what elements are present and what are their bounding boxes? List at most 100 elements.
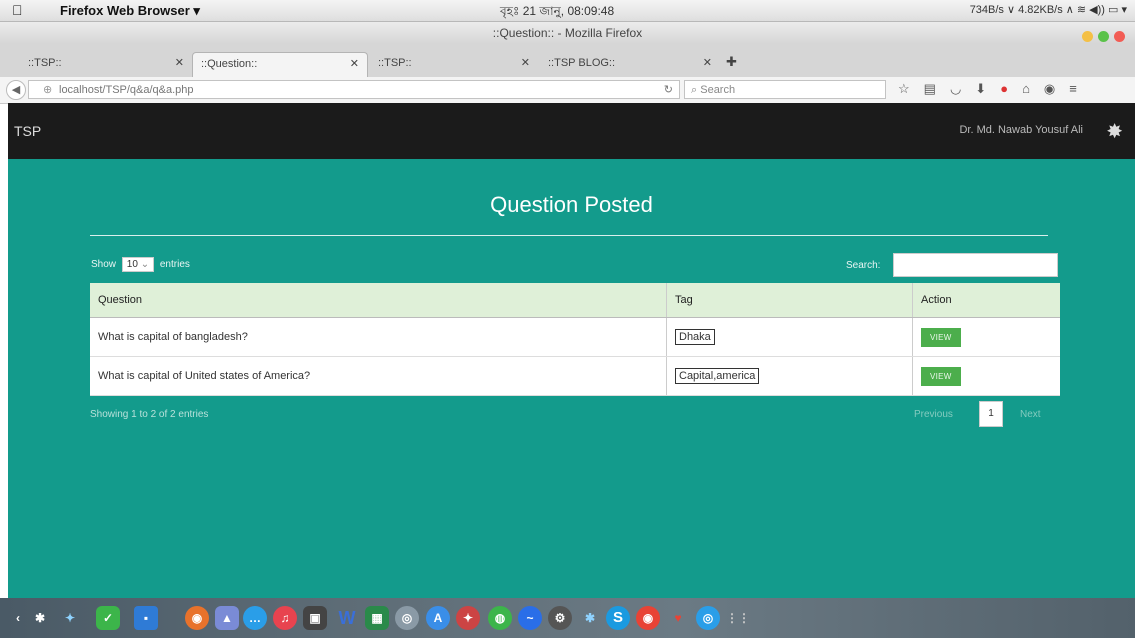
question-cell: What is capital of bangladesh? [90, 317, 667, 357]
settings-icon[interactable]: ⚙ [548, 606, 572, 630]
bluetooth-icon[interactable]: ✱ [28, 606, 52, 630]
toolbar-icons: ☆ ▤ ◡ ⬇ ● ⌂ ◉ ≡ [898, 81, 1091, 97]
close-tab-icon[interactable]: ✕ [521, 52, 530, 74]
network-icon[interactable]: ◍ [488, 606, 512, 630]
show-label: Show [91, 259, 117, 270]
page-title: Question Posted [490, 192, 653, 217]
app-store-icon[interactable]: A [426, 606, 450, 630]
home-icon[interactable]: ⌂ [1022, 81, 1030, 96]
skype-icon[interactable]: S [606, 606, 630, 630]
search-input[interactable]: ⌕ Search [684, 80, 886, 99]
tab-tsp-blog[interactable]: ::TSP BLOG:: ✕ [540, 52, 720, 77]
minimize-button[interactable] [1082, 31, 1093, 42]
launchpad-icon[interactable]: ⋮⋮ [726, 606, 750, 630]
table-search-input[interactable] [893, 253, 1058, 277]
view-button[interactable]: VIEW [921, 327, 961, 347]
download-icon[interactable]: ⬇ [975, 81, 986, 96]
messages-icon[interactable]: … [243, 606, 267, 630]
chevron-left-icon[interactable]: ‹ [6, 606, 30, 630]
app-icon[interactable]: ▪ [134, 606, 158, 630]
browser-icon[interactable]: ◎ [696, 606, 720, 630]
view-button[interactable]: VIEW [921, 366, 961, 386]
show-entries-control: Show 10 ⌄ entries [91, 257, 190, 272]
preview-icon[interactable]: ▲ [215, 606, 239, 630]
chrome-icon[interactable]: ◉ [636, 606, 660, 630]
maximize-button[interactable] [1098, 31, 1109, 42]
pocket-icon[interactable]: ◡ [950, 81, 961, 96]
menu-icon[interactable]: ≡ [1069, 81, 1077, 96]
column-header-action[interactable]: Action [912, 283, 1060, 318]
close-tab-icon[interactable]: ✕ [703, 52, 712, 74]
column-header-tag[interactable]: Tag [666, 283, 913, 318]
disk-icon[interactable]: ◎ [395, 606, 419, 630]
user-name[interactable]: Dr. Md. Nawab Yousuf Ali [959, 124, 1083, 136]
close-tab-icon[interactable]: ✕ [175, 52, 184, 74]
word-icon[interactable]: W [335, 606, 359, 630]
spreadsheet-icon[interactable]: ▦ [365, 606, 389, 630]
questions-table: Question Tag Action What is capital of b… [90, 283, 1060, 396]
page-content: TSP Dr. Md. Nawab Yousuf Ali ✸ Question … [8, 103, 1135, 598]
bookmark-star-icon[interactable]: ☆ [898, 81, 910, 96]
messenger-icon[interactable]: ~ [518, 606, 542, 630]
table-info: Showing 1 to 2 of 2 entries [90, 409, 209, 420]
table-search-label: Search: [846, 260, 881, 271]
app-menu[interactable]: Firefox Web Browser ▾ [60, 3, 200, 19]
previous-button[interactable]: Previous [914, 409, 953, 420]
action-cell: VIEW [912, 317, 1060, 357]
tag-label: Capital,america [675, 368, 760, 384]
camera-icon[interactable]: ▣ [303, 606, 327, 630]
site-header: TSP Dr. Md. Nawab Yousuf Ali ✸ [8, 103, 1135, 159]
chevron-down-icon: ⌄ [140, 259, 150, 270]
tag-label: Dhaka [675, 329, 715, 345]
music-icon[interactable]: ♫ [273, 606, 297, 630]
table-row: What is capital of United states of Amer… [90, 356, 1060, 396]
tab-label: ::TSP:: [378, 57, 412, 69]
page-1-button[interactable]: 1 [979, 401, 1003, 427]
entries-label: entries [159, 259, 190, 270]
compass-icon[interactable]: ✦ [456, 606, 480, 630]
bluetooth-app-icon[interactable]: ✱ [578, 606, 602, 630]
search-placeholder: Search [700, 84, 736, 96]
system-menubar:  Firefox Web Browser ▾ বৃহঃ 21 জানু, 08… [0, 0, 1135, 22]
url-text[interactable]: localhost/TSP/q&a/q&a.php [59, 81, 194, 100]
site-identity-icon[interactable]: ⊕ [43, 81, 52, 100]
wine-icon[interactable]: ♥ [666, 606, 690, 630]
url-bar[interactable]: ⊕ localhost/TSP/q&a/q&a.php ↻ [28, 80, 680, 99]
search-icon: ⌕ [691, 84, 698, 96]
title-divider [90, 235, 1048, 236]
entries-select[interactable]: 10 ⌄ [121, 257, 155, 272]
site-brand[interactable]: TSP [14, 123, 41, 139]
tab-tsp-1[interactable]: ::TSP:: ✕ [20, 52, 192, 77]
tab-question[interactable]: ::Question:: ✕ [192, 52, 368, 77]
action-cell: VIEW [912, 356, 1060, 396]
reading-list-icon[interactable]: ▤ [924, 81, 936, 96]
firefox-icon[interactable]: ◉ [185, 606, 209, 630]
tab-label: ::TSP BLOG:: [548, 57, 616, 69]
close-button[interactable] [1114, 31, 1125, 42]
question-cell: What is capital of United states of Amer… [90, 356, 667, 396]
entries-value: 10 [126, 259, 138, 270]
table-row: What is capital of bangladesh? Dhaka VIE… [90, 317, 1060, 357]
close-tab-icon[interactable]: ✕ [350, 53, 359, 75]
back-button[interactable]: ◀ [6, 80, 26, 100]
gear-icon[interactable]: ✸ [1106, 119, 1123, 144]
chat-icon[interactable]: ◉ [1044, 81, 1055, 96]
status-indicators[interactable]: 734B/s ∨ 4.82KB/s ∧ ≋ ◀)) ▭ ▾ [970, 3, 1127, 16]
column-header-question[interactable]: Question [90, 283, 667, 318]
checklist-icon[interactable]: ✓ [96, 606, 120, 630]
sparkle-icon[interactable]: ✦ [58, 606, 82, 630]
table-header-row: Question Tag Action [90, 283, 1060, 318]
system-clock[interactable]: বৃহঃ 21 জানু, 08:09:48 [500, 3, 614, 23]
tab-label: ::Question:: [201, 58, 258, 70]
tab-tsp-2[interactable]: ::TSP:: ✕ [370, 52, 538, 77]
tab-bar: ::TSP:: ✕ ::Question:: ✕ ::TSP:: ✕ ::TSP… [0, 44, 1135, 78]
dock: ‹ ✱ ✦ ✓ ▪ ◉ ▲ … ♫ ▣ W ▦ ◎ A ✦ ◍ ~ ⚙ ✱ S … [0, 598, 1135, 638]
tag-cell: Capital,america [666, 356, 913, 396]
window-titlebar: ::Question:: - Mozilla Firefox [0, 22, 1135, 44]
apple-icon[interactable]:  [12, 2, 23, 18]
reload-icon[interactable]: ↻ [664, 81, 673, 100]
tab-label: ::TSP:: [28, 57, 62, 69]
addon-icon[interactable]: ● [1000, 81, 1008, 96]
new-tab-icon[interactable]: ✚ [726, 54, 737, 70]
next-button[interactable]: Next [1020, 409, 1041, 420]
